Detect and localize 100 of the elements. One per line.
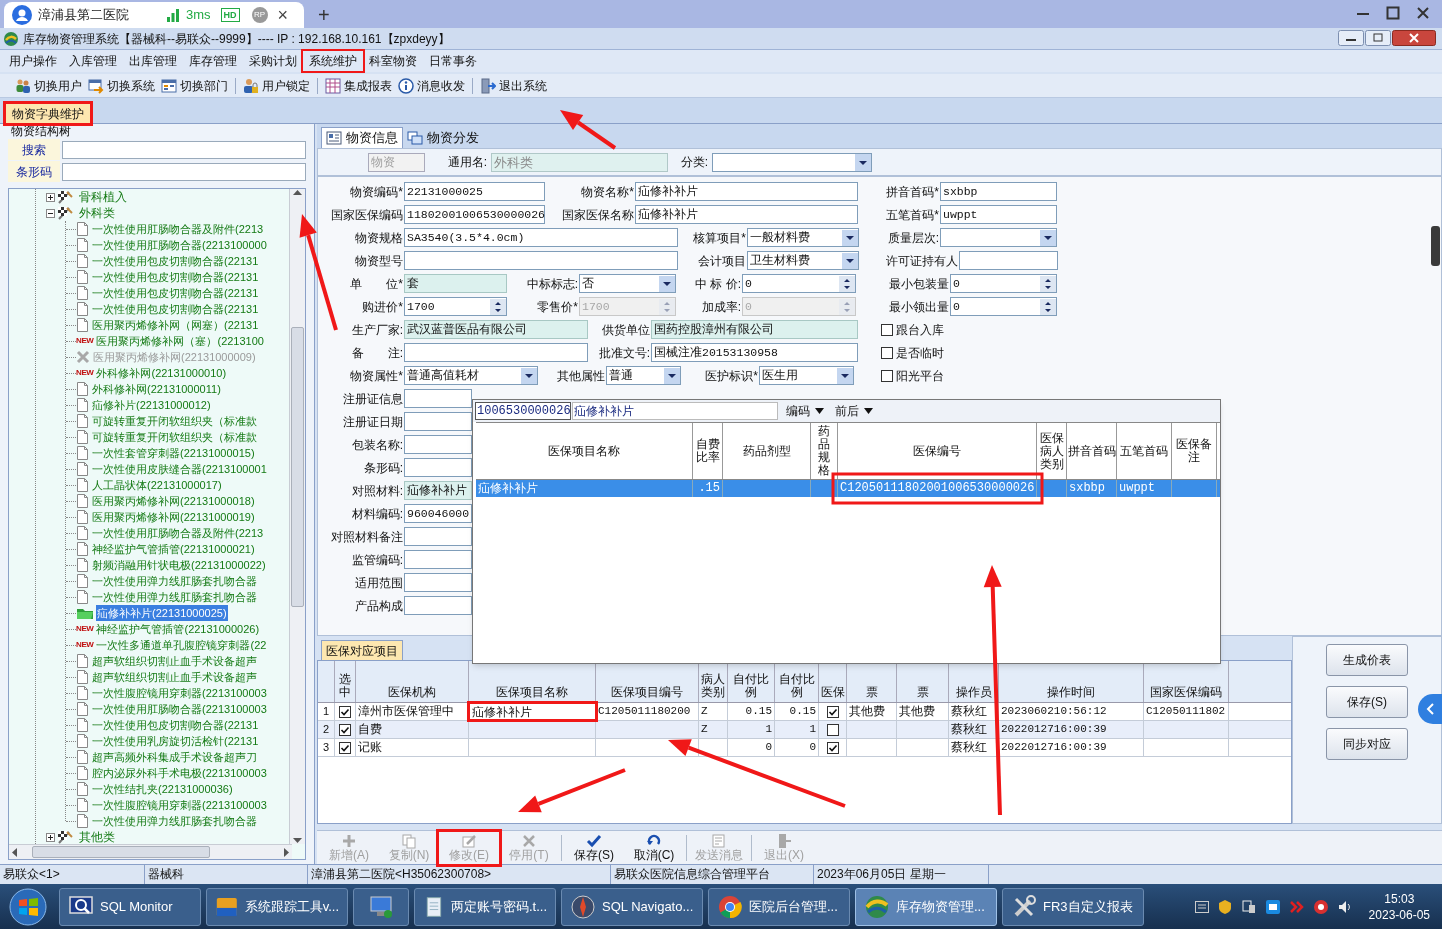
dropdown[interactable]: 卫生材料费 (747, 251, 859, 270)
close-icon[interactable] (1416, 6, 1430, 20)
checkbox[interactable] (826, 741, 839, 754)
expand-icon[interactable] (46, 832, 55, 842)
tree-item[interactable]: 疝修补片(22131000012) (91, 396, 212, 414)
tree-item[interactable]: 一次性使用包皮切割吻合器(22131 (91, 300, 260, 318)
shield-icon[interactable] (1216, 898, 1233, 915)
tree-item[interactable]: 外科修补网(22131000011) (91, 380, 222, 398)
document-tab[interactable]: 物资字典维护 (5, 103, 91, 123)
toolbar-button[interactable]: 集成报表 (322, 76, 395, 95)
menu-item[interactable]: 入库管理 (63, 51, 123, 71)
tree-item[interactable]: 外科类 (78, 204, 116, 222)
collapse-icon[interactable] (46, 208, 55, 218)
tree-item[interactable]: 一次性使用肛肠吻合器及附件(2213 (91, 220, 265, 238)
tree-item[interactable]: 疝修补补片(22131000025) (96, 604, 228, 622)
checkbox[interactable] (826, 705, 839, 718)
toolbar-button[interactable]: 切换用户 (12, 76, 85, 95)
new-tab-button[interactable]: + (318, 4, 330, 26)
left-arrow-icon[interactable] (11, 847, 17, 857)
menu-item[interactable]: 出库管理 (123, 51, 183, 71)
tree-item[interactable]: 外科修补网(22131000010) (95, 364, 228, 382)
input-field[interactable] (404, 435, 472, 454)
input-field[interactable]: 疝修补补片 (635, 182, 858, 201)
menu-item[interactable]: 用户操作 (3, 51, 63, 71)
input-field[interactable] (404, 596, 472, 615)
tree-item[interactable]: 神经监护气管插管(22131000026) (95, 620, 261, 638)
tree-item[interactable]: 一次性腹腔镜用穿刺器(2213100003 (91, 684, 268, 702)
tree-item[interactable]: 医用聚丙烯修补网(22131000019) (91, 508, 256, 526)
tree-item[interactable]: 人工晶状体(22131000017) (91, 476, 223, 494)
close-tab-button[interactable]: × (277, 6, 289, 24)
checkbox[interactable] (339, 705, 351, 718)
record-icon[interactable] (1312, 898, 1329, 915)
keyboard-icon[interactable] (1194, 900, 1209, 913)
tree-item[interactable]: 射频消融用针状电极(22131000022) (91, 556, 267, 574)
dropdown[interactable]: 编码 (783, 402, 827, 420)
tree-item[interactable]: 一次性使用包皮切割吻合器(22131 (91, 268, 260, 286)
dropdown[interactable]: 医生用 (759, 366, 854, 385)
number-field[interactable]: 1700 (404, 297, 507, 316)
taskbar-button[interactable]: SQL Monitor (59, 887, 201, 926)
menu-item[interactable]: 日常事务 (423, 51, 483, 71)
search-field[interactable] (62, 162, 306, 181)
input-field[interactable]: 11802001006530000026 (404, 205, 545, 224)
expand-icon[interactable] (46, 192, 55, 202)
number-field[interactable]: 0 (950, 274, 1057, 293)
tree-item[interactable]: 其他类 (78, 828, 116, 844)
input-field[interactable] (404, 527, 472, 546)
taskbar-button[interactable]: 两定账号密码.t... (414, 887, 556, 926)
taskbar-button[interactable] (353, 887, 409, 926)
checkbox[interactable] (881, 369, 893, 382)
input-field[interactable]: 套 (404, 274, 507, 293)
toolbar-button[interactable]: 取消(C) (624, 831, 684, 864)
action-button[interactable]: 生成价表 (1326, 644, 1408, 676)
search-field[interactable]: 疝修补补片 (572, 402, 778, 420)
tree-item[interactable]: 一次性套管穿刺器(22131000015) (91, 444, 256, 462)
tree-item[interactable]: 一次性使用包皮切割吻合器(22131 (91, 252, 260, 270)
tree-item[interactable]: 医用聚丙烯修补网（塞）(2213100 (95, 332, 265, 350)
input-field[interactable]: 疝修补补片 (469, 703, 596, 720)
checkbox[interactable] (881, 323, 893, 336)
input-field[interactable]: 武汉蓝普医品有限公司 (404, 320, 588, 339)
toolbar-button[interactable]: 切换系统 (85, 76, 158, 95)
input-field[interactable] (404, 412, 472, 431)
dropdown[interactable]: 普通高值耗材 (404, 366, 538, 385)
dropdown[interactable]: 一般材料费 (747, 228, 859, 247)
input-field[interactable]: 疝修补补片 (635, 205, 858, 224)
search-field[interactable] (62, 140, 306, 159)
table-row[interactable]: 疝修补补片 .15 C12050111802001006530000026 sxbbp uwppt (476, 480, 1220, 497)
tree-item[interactable]: 超声软组织切割止血手术设备超声 (91, 668, 258, 686)
checkbox[interactable] (881, 346, 893, 359)
number-field[interactable]: 0 (950, 297, 1057, 316)
number-field[interactable]: 0 (742, 274, 856, 293)
menu-item[interactable]: 库存管理 (183, 51, 243, 71)
section-tab[interactable]: 医保对应项目 (321, 640, 403, 660)
tree-item[interactable]: 一次性使用弹力线肛肠套扎吻合器 (91, 572, 258, 590)
toolbar-button[interactable]: 切换部门 (158, 76, 231, 95)
input-field[interactable]: uwppt (940, 205, 1057, 224)
tree-item[interactable]: 一次性使用肛肠吻合器及附件(2213 (91, 524, 265, 542)
app-tray-icon[interactable] (1264, 898, 1281, 915)
input-field[interactable] (404, 389, 472, 408)
double-chevron-icon[interactable] (1288, 898, 1305, 915)
input-field[interactable]: 960046000 (404, 504, 472, 523)
tree-item[interactable]: 一次性结扎夹(22131000036) (91, 780, 234, 798)
dropdown[interactable] (712, 152, 872, 172)
taskbar-button[interactable]: 系统跟踪工具v... (206, 887, 348, 926)
network-icon[interactable] (1240, 898, 1257, 915)
tree-item[interactable]: 骨科植入 (78, 189, 128, 206)
tree-item[interactable]: 可旋转重复开闭软组织夹（标准款 (91, 428, 258, 446)
tree-item[interactable]: 超声高频外科集成手术设备超声刀 (91, 748, 258, 766)
dropdown[interactable]: 前后 (832, 402, 876, 420)
tree-item[interactable]: 一次性使用包皮切割吻合器(22131 (91, 284, 260, 302)
input-field[interactable]: SA3540(3.5*4.0cm) (404, 228, 678, 247)
tree-item[interactable]: 一次性多通道单孔腹腔镜穿刺器(22 (95, 636, 268, 654)
toolbar-button[interactable]: 保存(S) (564, 831, 624, 864)
minimize-icon[interactable] (1338, 30, 1364, 46)
down-arrow-icon[interactable] (293, 838, 302, 844)
menu-item[interactable]: 采购计划 (243, 51, 303, 71)
tree-item[interactable]: 神经监护气管插管(22131000021) (91, 540, 256, 558)
detail-tab[interactable]: 物资信息 (321, 127, 403, 148)
tree-item[interactable]: 一次性使用肛肠吻合器(2213100003 (91, 700, 268, 718)
action-button[interactable]: 同步对应 (1326, 728, 1408, 760)
tree-item[interactable]: 一次性使用乳房旋切活检针(22131 (91, 732, 260, 750)
